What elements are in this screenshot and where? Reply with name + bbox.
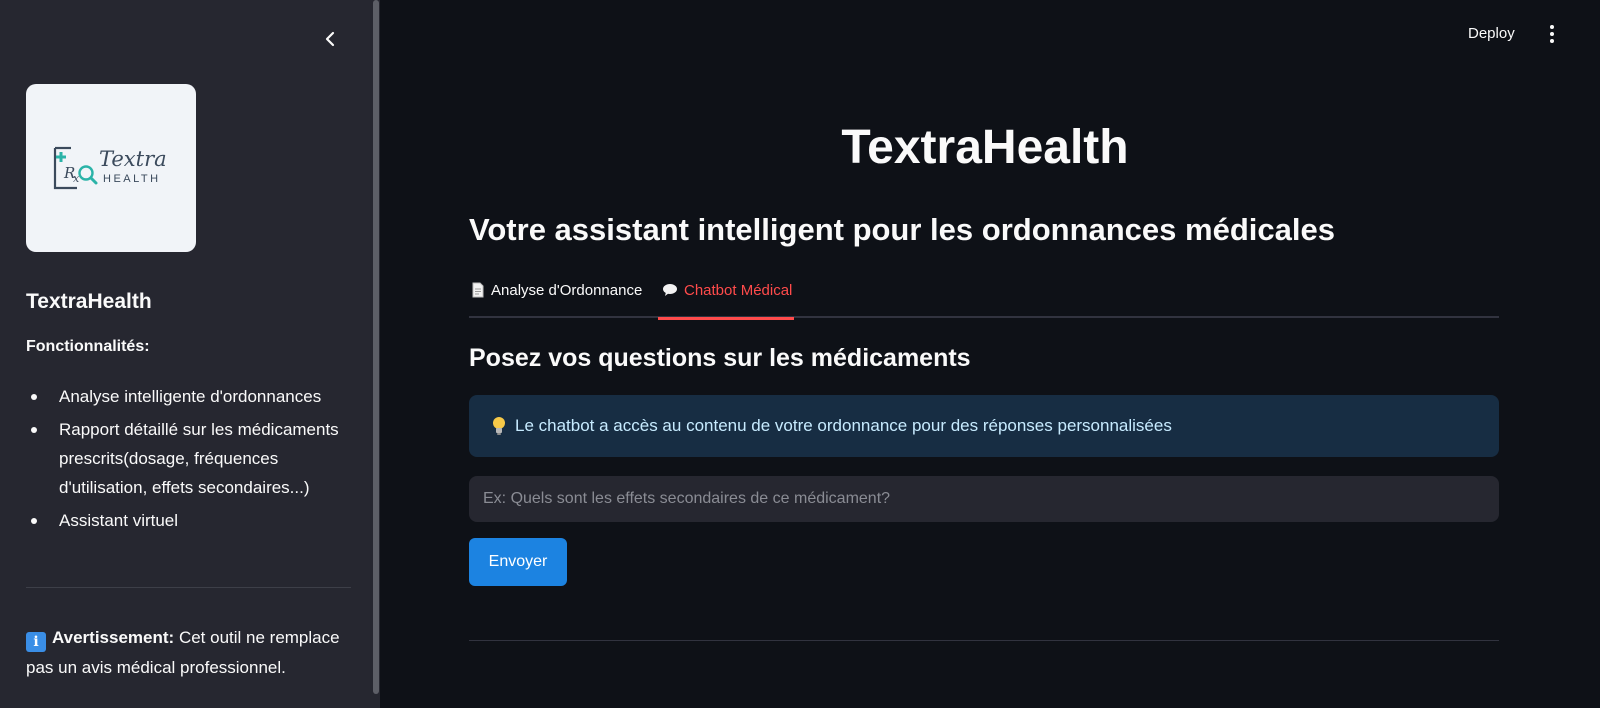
content-divider: [469, 640, 1499, 641]
kebab-menu-icon: [1550, 25, 1554, 29]
disclaimer: i Avertissement: Cet outil ne remplace pa…: [26, 623, 356, 683]
app-logo: R x Textra HEALTH: [26, 84, 196, 252]
lightbulb-icon: [493, 417, 505, 435]
chevron-left-icon: [325, 31, 335, 47]
list-item: Assistant virtuel: [26, 506, 356, 535]
section-title: Posez vos questions sur les médicaments: [469, 344, 971, 372]
sidebar-divider: [26, 587, 351, 588]
tab-label: Analyse d'Ordonnance: [491, 282, 643, 299]
main-menu-button[interactable]: [1541, 22, 1563, 46]
svg-text:HEALTH: HEALTH: [103, 173, 161, 185]
collapse-sidebar-button[interactable]: [319, 27, 343, 51]
list-item: Rapport détaillé sur les médicaments pre…: [26, 415, 356, 502]
scrollbar-thumb[interactable]: [373, 0, 379, 694]
info-alert: Le chatbot a accès au contenu de votre o…: [469, 395, 1499, 457]
info-text: Le chatbot a accès au contenu de votre o…: [515, 416, 1172, 435]
features-label: Fonctionnalités:: [26, 338, 150, 355]
disclaimer-label: Avertissement:: [52, 628, 175, 647]
kebab-dot: [1550, 32, 1554, 36]
svg-text:Textra: Textra: [99, 147, 167, 171]
send-button[interactable]: Envoyer: [469, 538, 567, 586]
sidebar-title: TextraHealth: [26, 290, 152, 313]
tab-chatbot-medical[interactable]: Chatbot Médical: [657, 282, 795, 320]
info-icon: i: [26, 632, 46, 652]
sidebar: R x Textra HEALTH TextraHealth Fonctionn…: [0, 0, 372, 708]
tab-analyse-ordonnance[interactable]: Analyse d'Ordonnance: [471, 282, 642, 318]
textra-health-logo: R x Textra HEALTH: [53, 146, 167, 190]
question-input[interactable]: [469, 476, 1499, 522]
kebab-dot: [1550, 39, 1554, 43]
sidebar-scrollbar[interactable]: [372, 0, 380, 708]
document-icon: [472, 282, 484, 298]
tab-bar: Analyse d'Ordonnance Chatbot Médical: [469, 278, 1499, 320]
speech-bubble-icon: [663, 284, 677, 296]
features-list: Analyse intelligente d'ordonnances Rappo…: [26, 382, 356, 539]
page-subtitle: Votre assistant intelligent pour les ord…: [469, 212, 1335, 247]
deploy-button[interactable]: Deploy: [1468, 22, 1515, 46]
list-item: Analyse intelligente d'ordonnances: [26, 382, 356, 411]
page-title: TextraHealth: [841, 121, 1129, 174]
tab-label: Chatbot Médical: [684, 282, 793, 299]
